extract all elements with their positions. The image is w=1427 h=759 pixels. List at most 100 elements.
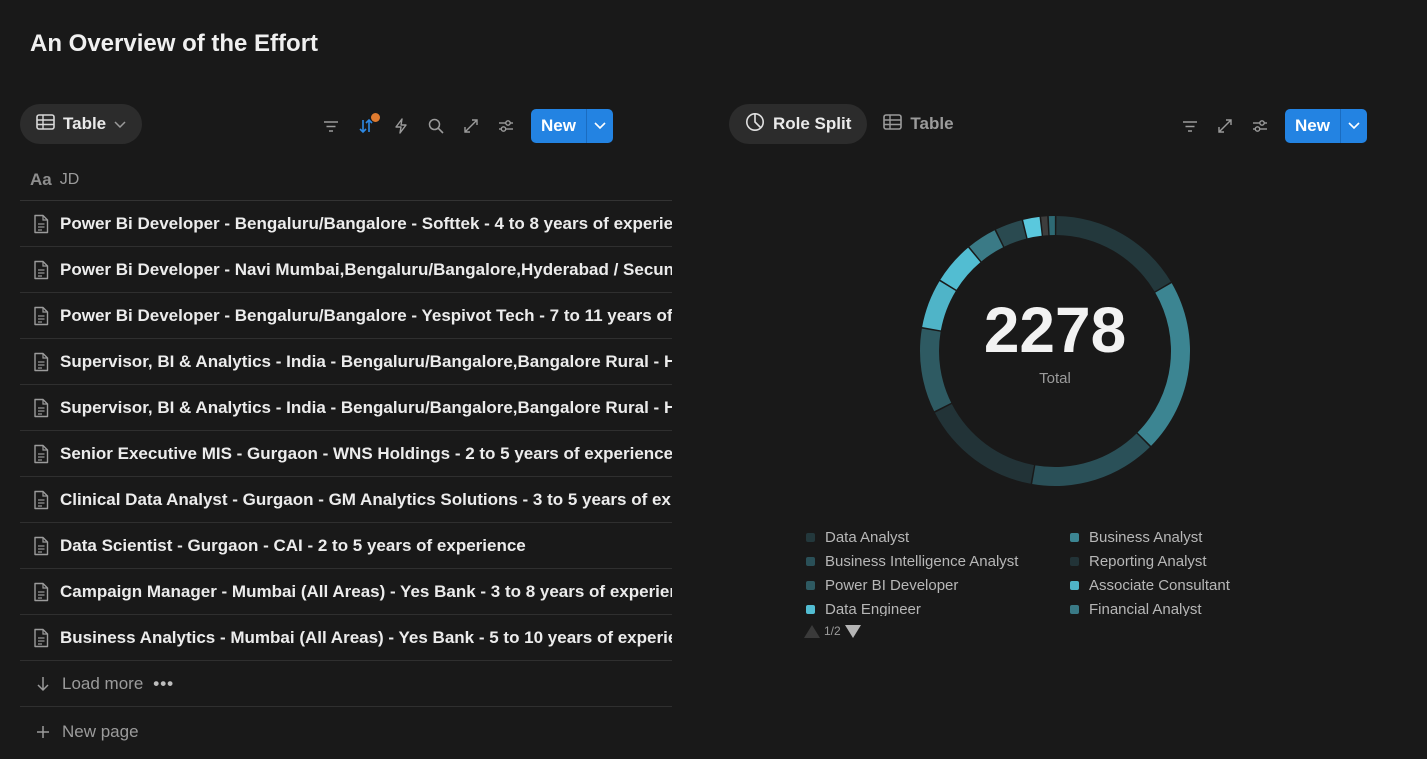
right-new-button-group: New (1285, 109, 1367, 143)
legend-swatch (1070, 556, 1079, 566)
right-new-button[interactable]: New (1285, 109, 1340, 143)
page-icon (34, 398, 49, 417)
legend-swatch (1070, 532, 1079, 542)
tab-role-split[interactable]: Role Split (729, 104, 868, 144)
table-icon (36, 113, 55, 135)
load-more-label: Load more (62, 673, 144, 693)
left-new-button[interactable]: New (531, 109, 586, 143)
sort-icon[interactable] (357, 113, 380, 135)
legend-swatch (806, 604, 815, 614)
table-row[interactable]: Campaign Manager - Mumbai (All Areas) - … (20, 569, 672, 615)
page-icon (34, 490, 49, 509)
expand-icon[interactable] (462, 117, 480, 135)
table-row[interactable]: Senior Executive MIS - Gurgaon - WNS Hol… (20, 431, 672, 477)
table-row[interactable]: Power Bi Developer - Bengaluru/Bangalore… (20, 201, 672, 247)
chevron-down-icon (1348, 122, 1360, 130)
legend-prev-button[interactable] (804, 624, 820, 638)
row-title: Supervisor, BI & Analytics - India - Ben… (60, 351, 672, 371)
page-icon (34, 628, 49, 647)
legend-item[interactable]: Data Analyst (806, 528, 1070, 546)
row-title: Power Bi Developer - Bengaluru/Bangalore… (60, 213, 672, 233)
row-title: Campaign Manager - Mumbai (All Areas) - … (60, 581, 672, 601)
row-title: Power Bi Developer - Bengaluru/Bangalore… (60, 305, 672, 325)
legend-swatch (806, 532, 815, 542)
page-title: An Overview of the Effort (30, 30, 319, 57)
table-row[interactable]: Supervisor, BI & Analytics - India - Ben… (20, 339, 672, 385)
tab-role-split-label: Role Split (773, 114, 852, 133)
legend-swatch (806, 580, 815, 590)
legend-page-indicator: 1/2 (824, 624, 841, 638)
legend-label: Reporting Analyst (1089, 552, 1207, 570)
legend-item[interactable]: Business Intelligence Analyst (806, 552, 1070, 570)
left-new-button-group: New (531, 109, 613, 143)
view-selector-table[interactable]: Table (20, 104, 143, 144)
left-new-dropdown-button[interactable] (585, 109, 613, 143)
legend-label: Power BI Developer (825, 576, 959, 594)
page-icon (34, 444, 49, 463)
row-title: Data Scientist - Gurgaon - CAI - 2 to 5 … (60, 535, 526, 555)
table-row[interactable]: Data Scientist - Gurgaon - CAI - 2 to 5 … (20, 523, 672, 569)
row-title: Senior Executive MIS - Gurgaon - WNS Hol… (60, 443, 672, 463)
legend-label: Business Intelligence Analyst (825, 552, 1019, 570)
sort-active-dot (371, 113, 380, 122)
legend-label: Business Analyst (1089, 528, 1203, 546)
lightning-icon[interactable] (392, 117, 410, 135)
row-title: Supervisor, BI & Analytics - India - Ben… (60, 397, 672, 417)
page-icon (34, 214, 49, 233)
legend-label: Associate Consultant (1089, 576, 1230, 594)
legend-item[interactable]: Business Analyst (1070, 528, 1276, 546)
table-row[interactable]: Supervisor, BI & Analytics - India - Ben… (20, 385, 672, 431)
role-split-chart: 2278 Total (900, 196, 1210, 506)
arrow-down-icon (37, 676, 49, 691)
expand-icon[interactable] (1216, 117, 1234, 135)
legend-label: Financial Analyst (1089, 600, 1202, 617)
page-icon (34, 260, 49, 279)
legend-item[interactable]: Data Engineer (806, 600, 1070, 616)
right-toolbar: Role Split Table (729, 104, 970, 144)
row-title: Clinical Data Analyst - Gurgaon - GM Ana… (60, 489, 672, 509)
column-header-jd[interactable]: Aa JD (20, 160, 672, 201)
settings-sliders-icon[interactable] (1251, 117, 1269, 135)
legend-swatch (1070, 604, 1079, 614)
load-more-row: Load more ••• (20, 661, 672, 707)
chevron-down-icon (114, 114, 126, 134)
table-row[interactable]: Power Bi Developer - Bengaluru/Bangalore… (20, 293, 672, 339)
row-title: Power Bi Developer - Navi Mumbai,Bengalu… (60, 259, 672, 279)
tab-table-label: Table (910, 114, 954, 133)
new-page-button[interactable]: New page (20, 710, 139, 754)
load-more-button[interactable]: Load more (36, 674, 143, 694)
search-icon[interactable] (427, 117, 445, 135)
chart-legend: Data Analyst Business Analyst Business Int… (806, 528, 1276, 616)
right-new-dropdown-button[interactable] (1339, 109, 1367, 143)
more-options-icon[interactable]: ••• (153, 674, 174, 694)
legend-item[interactable]: Associate Consultant (1070, 576, 1276, 594)
settings-sliders-icon[interactable] (497, 117, 515, 135)
legend-next-button[interactable] (844, 624, 861, 638)
filter-icon[interactable] (322, 117, 340, 135)
donut-center: 2278 Total (900, 196, 1210, 506)
legend-label: Data Engineer (825, 600, 921, 617)
total-value: 2278 (983, 293, 1127, 366)
pie-chart-icon (745, 112, 765, 137)
left-tool-icons (322, 113, 515, 135)
table-icon (883, 113, 903, 135)
legend-item[interactable]: Financial Analyst (1070, 600, 1276, 616)
table-row[interactable]: Power Bi Developer - Navi Mumbai,Bengalu… (20, 247, 672, 293)
filter-icon[interactable] (1181, 117, 1199, 135)
plus-icon (37, 726, 49, 738)
tab-table[interactable]: Table (867, 104, 969, 144)
legend-item[interactable]: Power BI Developer (806, 576, 1070, 594)
table-rows: Power Bi Developer - Bengaluru/Bangalore… (20, 201, 672, 661)
table-row[interactable]: Business Analytics - Mumbai (All Areas) … (20, 615, 672, 661)
page-icon (34, 582, 49, 601)
left-toolbar: Table (20, 104, 143, 144)
page-icon (34, 536, 49, 555)
row-title: Business Analytics - Mumbai (All Areas) … (60, 627, 672, 647)
table-row[interactable]: Clinical Data Analyst - Gurgaon - GM Ana… (20, 477, 672, 523)
text-property-icon: Aa (30, 170, 52, 189)
legend-label: Data Analyst (825, 528, 910, 546)
chart-legend-viewport: Data Analyst Business Analyst Business Int… (800, 524, 1280, 616)
legend-pager: 1/2 (804, 624, 861, 638)
legend-item[interactable]: Reporting Analyst (1070, 552, 1276, 570)
page-icon (34, 352, 49, 371)
